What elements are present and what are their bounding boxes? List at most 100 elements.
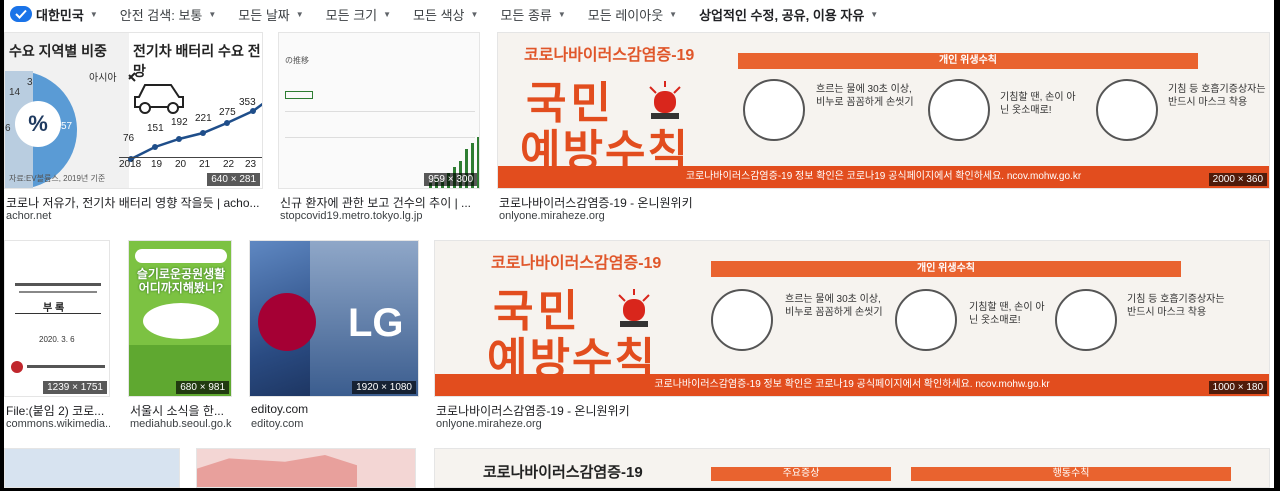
result-thumbnail[interactable] <box>196 448 416 488</box>
filter-label: 모든 레이아웃 <box>587 7 664 23</box>
result-card[interactable]: 코로나바이러스감염증-19 국민 예방수칙 개인 위생수칙 흐르는 물에 30초… <box>434 240 1270 440</box>
donut-label: 14 <box>9 87 21 98</box>
chart-title-left: 수요 지역별 비중 <box>9 43 107 59</box>
emblem-icon <box>11 361 23 373</box>
result-thumbnail[interactable]: 코로나바이러스감염증-19 국민 예방수칙 개인 위생수칙 흐르는 물에 30초… <box>497 32 1270 189</box>
image-dimensions: 640 × 281 <box>207 173 260 186</box>
chart-tick: 21 <box>199 159 211 170</box>
poster-header: 코로나바이러스감염증-19 <box>483 464 643 481</box>
mask-icon <box>1055 289 1117 351</box>
result-title[interactable]: 코로나바이러스감염증-19 - 온니원위키 <box>436 402 1266 419</box>
doc-line <box>19 291 97 293</box>
result-domain[interactable]: mediahub.seoul.go.kr <box>130 418 232 430</box>
poster-tag <box>135 249 227 263</box>
grid-line <box>285 111 475 112</box>
result-domain[interactable]: commons.wikimedia... <box>6 418 110 430</box>
result-card[interactable]: 코로나바이러스감염증-19 국민 예방수칙 개인 위생수칙 흐르는 물에 30초… <box>497 32 1270 232</box>
chart-tick: 2018 <box>119 159 142 170</box>
handwash-icon <box>743 79 805 141</box>
image-dimensions: 1000 × 180 <box>1208 381 1267 394</box>
poster-band: 행동수칙 <box>911 467 1231 481</box>
poster-tip: 기침 등 호흡기증상자는 반드시 마스크 착용 <box>1168 84 1266 108</box>
result-card[interactable]: 코로나바이러스감염증-19 주요증상 행동수칙 <box>434 448 1270 488</box>
poster-footer: 코로나바이러스감염증-19 정보 확인은 코로나19 공식페이지에서 확인하세요… <box>498 166 1269 188</box>
result-thumbnail[interactable]: 부 록 2020. 3. 6 1239 × 1751 <box>4 240 110 397</box>
image-dimensions: 959 × 300 <box>424 173 477 186</box>
result-title[interactable]: 코로나바이러스감염증-19 - 온니원위키 <box>499 194 1269 211</box>
poster-band: 개인 위생수칙 <box>711 261 1181 277</box>
image-dimensions: 1920 × 1080 <box>352 381 416 394</box>
chart-value: 353 <box>239 97 256 108</box>
poster-tip: 흐르는 물에 30초 이상, 비누로 꼼꼼하게 손씻기 <box>785 294 883 318</box>
cough-icon <box>895 289 957 351</box>
result-title[interactable]: File:(붙임 2) 코로... <box>6 402 110 419</box>
poster-band: 주요증상 <box>711 467 891 481</box>
result-title[interactable]: editoy.com <box>251 402 419 416</box>
chart-source: 자료:EV볼륨스, 2019년 기준 <box>9 174 106 183</box>
image-dimensions: 2000 × 360 <box>1208 173 1267 186</box>
result-thumbnail[interactable]: 코로나바이러스감염증-19 국민 예방수칙 개인 위생수칙 흐르는 물에 30초… <box>434 240 1270 397</box>
result-domain[interactable]: onlyone.miraheze.org <box>499 210 1269 222</box>
donut-center-label: % <box>15 101 61 147</box>
legend-chip <box>285 91 313 99</box>
result-card[interactable]: 수요 지역별 비중 전기차 배터리 수요 전망 % 3 14 57 6 아시아 <box>4 32 263 232</box>
result-card[interactable] <box>4 448 180 488</box>
chart-tick: 23 <box>245 159 257 170</box>
chevron-down-icon: ▼ <box>295 9 304 19</box>
result-thumbnail[interactable]: の推移 959 × 300 <box>278 32 480 189</box>
result-thumbnail[interactable]: 슬기로운공원생활 어디까지해봤니? 680 × 981 <box>128 240 232 397</box>
poster-band: 개인 위생수칙 <box>738 53 1198 69</box>
donut-label: 57 <box>61 121 73 132</box>
result-domain[interactable]: stopcovid19.metro.tokyo.lg.jp <box>280 210 480 222</box>
result-card[interactable]: LG 1920 × 1080 editoy.com editoy.com <box>249 240 419 440</box>
doc-line <box>15 313 101 314</box>
chart-value: 76 <box>123 133 135 144</box>
safesearch-filter[interactable]: 안전 검색: 보통 ▼ <box>120 5 217 24</box>
chevron-down-icon: ▼ <box>208 9 217 19</box>
type-filter[interactable]: 모든 종류 ▼ <box>500 5 565 24</box>
chart-tick: 19 <box>151 159 163 170</box>
siren-icon <box>618 289 650 327</box>
donut-label: 아시아 <box>89 73 117 84</box>
result-card[interactable] <box>196 448 416 488</box>
chevron-down-icon: ▼ <box>383 9 392 19</box>
result-domain[interactable]: onlyone.miraheze.org <box>436 418 1266 430</box>
date-filter[interactable]: 모든 날짜 ▼ <box>238 5 303 24</box>
result-card[interactable]: 부 록 2020. 3. 6 1239 × 1751 File:(붙임 2) 코… <box>4 240 110 440</box>
result-title[interactable]: 신규 환자에 관한 보고 건수의 추이 | ... <box>280 194 480 211</box>
result-thumbnail[interactable]: LG 1920 × 1080 <box>249 240 419 397</box>
result-title[interactable]: 코로나 저유가, 전기차 배터리 영향 작을듯 | acho... <box>6 194 263 211</box>
lg-logo-icon <box>258 293 316 351</box>
image-dimensions: 680 × 981 <box>176 381 229 394</box>
chevron-down-icon: ▼ <box>557 9 566 19</box>
result-card[interactable]: 슬기로운공원생활 어디까지해봤니? 680 × 981 서울시 소식을 한...… <box>128 240 232 440</box>
filter-label: 모든 종류 <box>500 7 552 23</box>
chevron-down-icon: ▼ <box>870 9 879 19</box>
result-thumbnail[interactable] <box>4 448 180 488</box>
result-title[interactable]: 서울시 소식을 한... <box>130 402 232 419</box>
chevron-down-icon: ▼ <box>89 9 98 19</box>
filter-bar: 대한민국 ▼ 안전 검색: 보통 ▼ 모든 날짜 ▼ 모든 크기 ▼ 모든 색상 ▼ 모… <box>4 0 1274 28</box>
result-domain[interactable]: achor.net <box>6 210 263 222</box>
result-thumbnail[interactable]: 코로나바이러스감염증-19 주요증상 행동수칙 <box>434 448 1270 488</box>
chart-value: 151 <box>147 123 164 134</box>
chart-tick: 20 <box>175 159 187 170</box>
poster-heading: 슬기로운공원생활 어디까지해봤니? <box>136 267 226 295</box>
result-thumbnail[interactable]: 수요 지역별 비중 전기차 배터리 수요 전망 % 3 14 57 6 아시아 <box>4 32 263 189</box>
result-domain[interactable]: editoy.com <box>251 418 419 430</box>
size-filter[interactable]: 모든 크기 ▼ <box>326 5 391 24</box>
doc-line <box>27 365 105 368</box>
color-filter[interactable]: 모든 색상 ▼ <box>413 5 478 24</box>
filter-label: 모든 크기 <box>325 7 378 23</box>
chart-caption: の推移 <box>285 56 309 65</box>
poster-tip: 흐르는 물에 30초 이상, 비누로 꼼꼼하게 손씻기 <box>816 84 914 108</box>
poster-tip: 기침할 땐, 손이 아닌 옷소매로! <box>1000 92 1076 116</box>
region-filter-label: 대한민국 <box>36 7 84 23</box>
filter-label: 모든 날짜 <box>238 7 290 23</box>
region-filter[interactable]: 대한민국 ▼ <box>10 5 98 24</box>
result-card[interactable]: の推移 959 × 300 신규 환자에 관한 보고 건수의 추이 | ... … <box>278 32 480 232</box>
poster-image: 코로나바이러스감염증-19 국민 예방수칙 개인 위생수칙 흐르는 물에 30초… <box>498 33 1269 188</box>
license-filter[interactable]: 상업적인 수정, 공유, 이용 자유 ▼ <box>699 5 878 24</box>
layout-filter[interactable]: 모든 레이아웃 ▼ <box>588 5 677 24</box>
chart-axis <box>119 157 262 158</box>
